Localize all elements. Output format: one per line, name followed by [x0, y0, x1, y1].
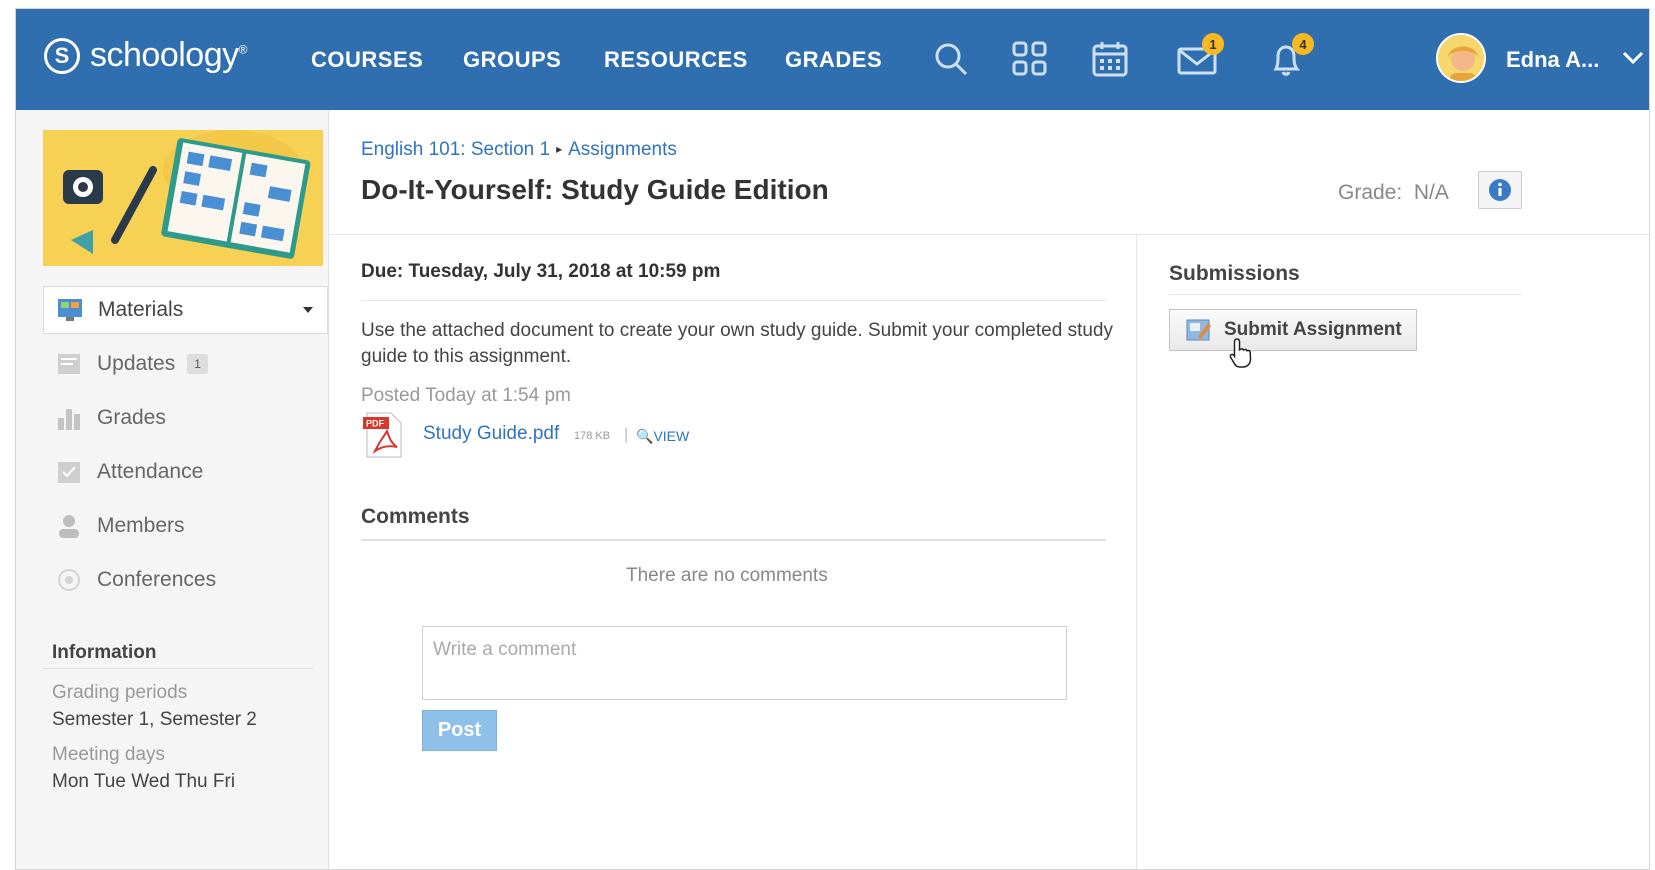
avatar[interactable]	[1436, 33, 1486, 83]
meeting-days-value: Mon Tue Wed Thu Fri	[52, 771, 236, 792]
course-image	[43, 130, 323, 266]
pdf-file-icon[interactable]: PDF	[361, 411, 405, 459]
nav-grades[interactable]: GRADES	[785, 47, 882, 73]
logo-mark: S	[44, 37, 80, 74]
divider	[361, 300, 1106, 301]
nav-resources[interactable]: RESOURCES	[604, 47, 748, 73]
nav-groups[interactable]: GROUPS	[463, 47, 561, 73]
no-comments-message: There are no comments	[626, 565, 828, 586]
svg-text:PDF: PDF	[366, 419, 385, 429]
post-comment-button[interactable]: Post	[422, 710, 497, 751]
calendar-icon[interactable]	[1090, 39, 1130, 79]
logo-text: schoology®	[90, 36, 247, 74]
user-name[interactable]: Edna A...	[1506, 47, 1599, 73]
course-sidebar: Materials Updates 1 Grades Attendance Me…	[16, 110, 329, 869]
breadcrumb: English 101: Section 1 ▸ Assignments	[361, 139, 677, 161]
top-navigation-bar: S schoology® COURSES GROUPS RESOURCES GR…	[16, 9, 1649, 110]
page-title: Do-It-Yourself: Study Guide Edition	[361, 174, 829, 205]
members-icon	[55, 512, 83, 540]
conferences-icon	[55, 566, 83, 594]
sidebar-item-materials[interactable]: Materials	[43, 286, 328, 334]
attendance-icon	[55, 458, 83, 486]
breadcrumb-course-link[interactable]: English 101: Section 1	[361, 139, 550, 160]
sidebar-item-conferences[interactable]: Conferences	[43, 556, 328, 604]
updates-count-badge: 1	[187, 354, 208, 374]
sidebar-item-label: Grades	[97, 406, 166, 429]
information-heading: Information	[52, 642, 157, 663]
grade-label: Grade:	[1338, 181, 1403, 204]
breadcrumb-assignments-link[interactable]: Assignments	[568, 139, 677, 160]
notifications-count-badge: 4	[1292, 33, 1314, 55]
messages-count-badge: 1	[1202, 33, 1224, 55]
posted-timestamp: Posted Today at 1:54 pm	[361, 385, 571, 406]
sidebar-item-label: Materials	[98, 298, 184, 321]
sidebar-item-label: Attendance	[97, 460, 204, 483]
assignment-description: Use the attached document to create your…	[361, 320, 1113, 367]
attachment-view-link[interactable]: 🔍VIEW	[636, 428, 689, 445]
sidebar-item-updates[interactable]: Updates 1	[43, 340, 328, 388]
notifications-icon[interactable]: 4	[1266, 33, 1314, 79]
attachment-link[interactable]: Study Guide.pdf	[423, 423, 559, 445]
grade-value: N/A	[1413, 181, 1449, 204]
attachment-size: 178 KB	[574, 430, 611, 442]
app-frame: S schoology® COURSES GROUPS RESOURCES GR…	[15, 8, 1650, 870]
comment-input[interactable]	[422, 626, 1067, 700]
magnifier-icon: 🔍	[636, 428, 654, 444]
info-icon	[1489, 179, 1511, 201]
attachment-separator: |	[624, 426, 629, 443]
column-divider	[1136, 234, 1137, 869]
apps-grid-icon[interactable]	[1010, 39, 1050, 79]
divider	[1169, 294, 1521, 295]
comments-heading: Comments	[361, 505, 470, 528]
sidebar-item-label: Conferences	[97, 568, 217, 591]
divider	[329, 234, 1649, 235]
meeting-days-label: Meeting days	[52, 744, 166, 765]
divider	[361, 539, 1106, 541]
sidebar-item-label: Updates	[97, 352, 176, 375]
updates-icon	[55, 350, 83, 378]
chevron-down-icon[interactable]	[1621, 45, 1645, 74]
hand-cursor-icon	[1229, 337, 1255, 369]
caret-down-icon[interactable]	[303, 307, 313, 313]
grading-periods-value: Semester 1, Semester 2	[52, 709, 257, 730]
search-icon[interactable]	[931, 39, 971, 79]
grading-periods-label: Grading periods	[52, 682, 188, 703]
submit-assignment-button[interactable]: Submit Assignment	[1169, 309, 1417, 351]
submit-icon	[1186, 317, 1212, 343]
breadcrumb-separator-icon: ▸	[556, 142, 563, 156]
schoology-logo[interactable]: S schoology®	[44, 36, 247, 75]
messages-icon[interactable]: 1	[1176, 33, 1224, 79]
grade-info-button[interactable]	[1478, 171, 1522, 209]
due-date: Due: Tuesday, July 31, 2018 at 10:59 pm	[361, 261, 721, 282]
sidebar-item-attendance[interactable]: Attendance	[43, 448, 328, 496]
sidebar-item-members[interactable]: Members	[43, 502, 328, 550]
submissions-heading: Submissions	[1169, 262, 1300, 285]
grade-display: Grade: N/A	[1338, 181, 1449, 205]
sidebar-item-label: Members	[97, 514, 185, 537]
divider	[43, 668, 313, 669]
sidebar-item-grades[interactable]: Grades	[43, 394, 328, 442]
nav-courses[interactable]: COURSES	[311, 47, 423, 73]
grades-icon	[55, 404, 83, 432]
materials-icon	[56, 296, 84, 324]
